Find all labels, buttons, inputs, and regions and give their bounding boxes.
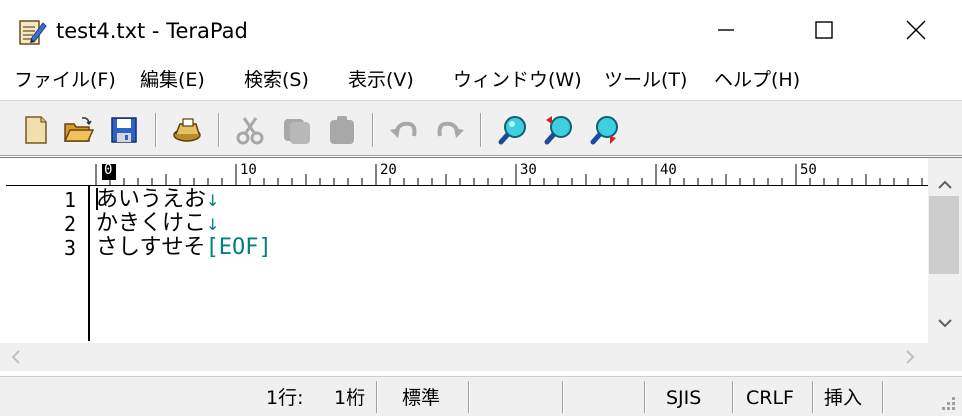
line-number: 2: [63, 212, 76, 236]
scroll-left-button[interactable]: [0, 343, 32, 371]
status-divider: [562, 381, 564, 413]
status-column: 1桁: [334, 387, 366, 409]
status-mode: 標準: [402, 387, 441, 409]
status-insert-mode: 挿入: [824, 387, 863, 409]
status-newline: CRLF: [746, 387, 794, 409]
eof-marker: [EOF]: [205, 235, 272, 260]
print-icon[interactable]: [170, 114, 202, 146]
chevron-left-icon: [11, 350, 20, 364]
line-number: 3: [63, 236, 76, 260]
text-caret: [96, 188, 98, 210]
redo-icon[interactable]: [434, 114, 466, 146]
editor-frame: 0 10 20 30 40 50 1 2 3 あいうえお↓ かきくけこ↓ さしす…: [0, 157, 962, 371]
status-bar: 1行: 1桁 標準 SJIS CRLF 挿入: [0, 376, 962, 416]
close-icon: [906, 20, 926, 40]
text-line[interactable]: かきくけこ↓: [96, 212, 219, 237]
status-divider: [468, 381, 470, 413]
line-content: かきくけこ: [96, 211, 207, 236]
search-icon[interactable]: [496, 114, 528, 146]
scroll-down-button[interactable]: [928, 306, 962, 340]
line-content: あいうえお: [96, 187, 207, 212]
status-divider: [732, 381, 734, 413]
chevron-up-icon: [938, 180, 952, 189]
save-icon[interactable]: [108, 114, 140, 146]
vertical-scrollbar[interactable]: [928, 158, 962, 343]
window-title: test4.txt - TeraPad: [56, 19, 248, 43]
minimize-icon: [718, 29, 734, 31]
line-number-gutter: [88, 186, 90, 341]
status-line: 1行:: [266, 387, 304, 409]
maximize-button[interactable]: [778, 0, 870, 60]
status-divider: [812, 381, 814, 413]
cut-icon[interactable]: [234, 114, 266, 146]
resize-grip-icon[interactable]: [936, 393, 956, 413]
status-encoding: SJIS: [666, 387, 702, 409]
ruler-label-40: 40: [660, 162, 677, 178]
menu-bar: ファイル(F) 編集(E) 検索(S) 表示(V) ウィンドウ(W) ツール(T…: [0, 60, 962, 100]
search-next-icon[interactable]: [588, 114, 620, 146]
minimize-button[interactable]: [680, 0, 772, 60]
open-folder-icon[interactable]: [62, 114, 94, 146]
toolbar-separator: [372, 113, 374, 147]
menu-help[interactable]: ヘルプ(H): [714, 65, 800, 95]
status-divider: [376, 381, 378, 413]
ruler-label-30: 30: [520, 162, 537, 178]
horizontal-scrollbar[interactable]: [0, 343, 928, 371]
paste-icon[interactable]: [326, 114, 358, 146]
maximize-icon: [815, 21, 833, 39]
ruler-label-10: 10: [240, 162, 257, 178]
toolbar-separator: [480, 113, 482, 147]
scroll-right-button[interactable]: [894, 343, 926, 371]
ruler-ticks: [95, 164, 923, 185]
title-bar: test4.txt - TeraPad: [0, 0, 962, 60]
menu-search[interactable]: 検索(S): [244, 65, 309, 95]
vertical-scroll-thumb[interactable]: [929, 196, 959, 274]
toolbar-separator: [155, 113, 157, 147]
search-prev-icon[interactable]: [542, 114, 574, 146]
copy-icon[interactable]: [280, 114, 312, 146]
toolbar: [0, 100, 962, 156]
terapad-notepad-icon: [19, 20, 47, 45]
chevron-right-icon: [906, 350, 915, 364]
newline-marker: ↓: [206, 191, 220, 210]
ruler-label-50: 50: [800, 162, 817, 178]
menu-file[interactable]: ファイル(F): [14, 65, 116, 95]
chevron-down-icon: [938, 319, 952, 328]
line-content: さしすせそ: [96, 235, 206, 260]
scrollbar-corner: [928, 343, 962, 371]
status-divider: [644, 381, 646, 413]
new-file-icon[interactable]: [20, 114, 52, 146]
ruler-label-0: 0: [104, 162, 113, 178]
menu-window[interactable]: ウィンドウ(W): [453, 65, 582, 95]
line-number: 1: [63, 188, 76, 212]
menu-tools[interactable]: ツール(T): [604, 65, 687, 95]
menu-view[interactable]: 表示(V): [348, 65, 414, 95]
undo-icon[interactable]: [388, 114, 420, 146]
close-button[interactable]: [870, 0, 962, 60]
newline-marker: ↓: [206, 215, 220, 234]
toolbar-separator: [218, 113, 220, 147]
text-line[interactable]: さしすせそ[EOF]: [96, 236, 272, 260]
text-line[interactable]: あいうえお↓: [96, 188, 219, 213]
status-divider: [882, 381, 884, 413]
menu-edit[interactable]: 編集(E): [140, 65, 205, 95]
ruler-label-20: 20: [380, 162, 397, 178]
ruler: 0 10 20 30 40 50: [6, 162, 928, 186]
